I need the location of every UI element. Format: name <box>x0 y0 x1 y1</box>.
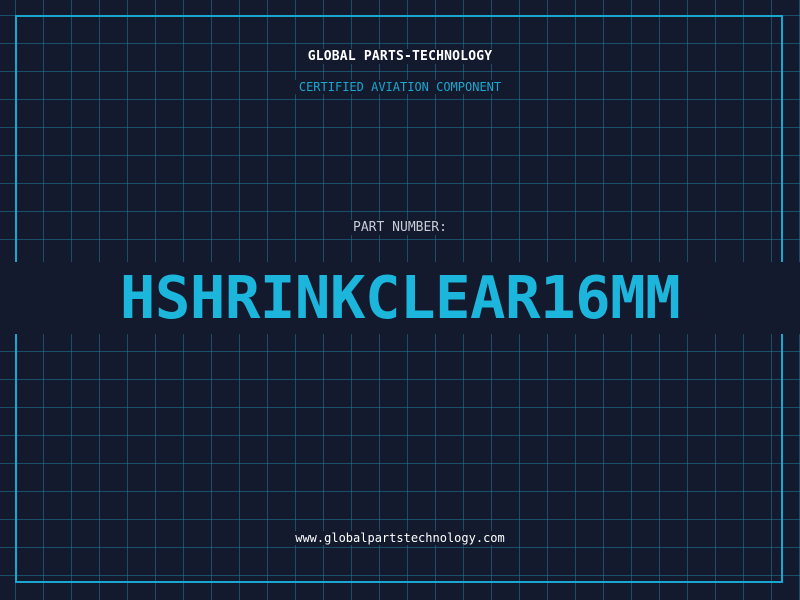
website-url-text: www.globalpartstechnology.com <box>291 531 509 545</box>
certification-subtitle-text: CERTIFIED AVIATION COMPONENT <box>294 80 506 94</box>
brand-title: GLOBAL PARTS-TECHNOLOGY <box>0 49 800 64</box>
part-number-label-text: PART NUMBER: <box>349 220 451 235</box>
part-label-card: GLOBAL PARTS-TECHNOLOGY CERTIFIED AVIATI… <box>0 0 800 600</box>
part-number-value: HSHRINKCLEAR16MM <box>0 262 800 334</box>
brand-title-text: GLOBAL PARTS-TECHNOLOGY <box>303 49 497 64</box>
certification-subtitle: CERTIFIED AVIATION COMPONENT <box>0 80 800 94</box>
website-url: www.globalpartstechnology.com <box>0 531 800 545</box>
part-number-label: PART NUMBER: <box>0 220 800 235</box>
